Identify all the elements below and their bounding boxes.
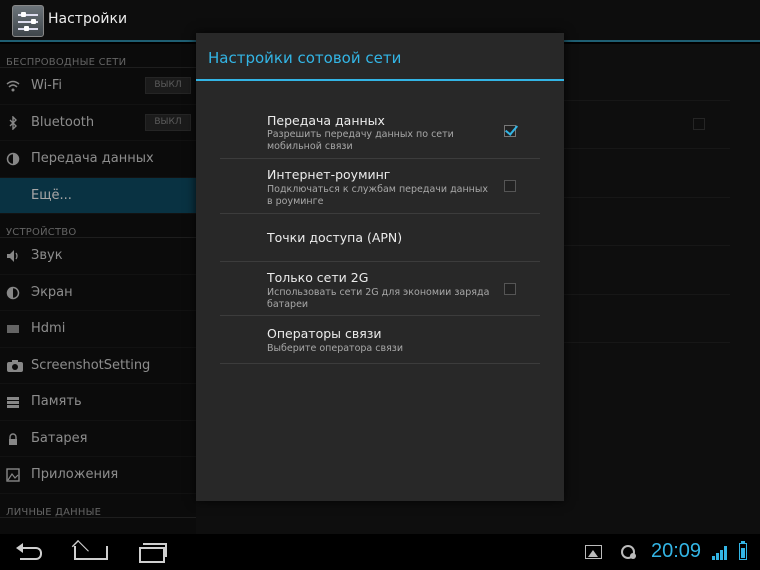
option-summary: Разрешить передачу данных по сети мобиль… [267,129,454,152]
recent-apps-icon[interactable] [133,540,169,564]
status-clock[interactable]: 20:09 [651,540,701,563]
option-title: Только сети 2G [267,270,369,285]
option-data-enabled[interactable]: Передача данных Разрешить передачу данны… [220,101,540,159]
data-enabled-checkbox[interactable] [504,125,516,137]
screenshot-notification-icon[interactable] [585,545,602,559]
option-roaming[interactable]: Интернет-роуминг Подключаться к службам … [220,159,540,214]
dialog-title: Настройки сотовой сети [196,33,564,81]
settings-app-icon[interactable] [12,5,44,37]
system-bar: 20:09 [0,534,760,570]
option-title: Точки доступа (APN) [267,230,403,245]
option-summary: Использовать сети 2G для экономии заряда… [267,287,490,310]
mobile-network-settings-dialog: Настройки сотовой сети Передача данных Р… [196,33,564,501]
roaming-checkbox[interactable] [504,180,516,192]
home-icon[interactable] [72,540,108,564]
option-summary: Выберите оператора связи [267,343,404,354]
option-apn[interactable]: Точки доступа (APN) [220,214,540,262]
option-title: Операторы связи [267,326,382,341]
option-title: Интернет-роуминг [267,167,391,182]
usb-debug-icon[interactable] [621,545,636,559]
battery-status-icon [739,541,747,560]
option-operators[interactable]: Операторы связи Выберите оператора связи [220,316,540,364]
signal-icon [712,546,727,560]
only-2g-checkbox[interactable] [504,283,516,295]
option-summary: Подключаться к службам передачи данных в… [267,184,489,207]
back-icon[interactable] [14,540,50,564]
app-title: Настройки [48,11,128,27]
option-only-2g[interactable]: Только сети 2G Использовать сети 2G для … [220,262,540,316]
option-title: Передача данных [267,113,385,128]
